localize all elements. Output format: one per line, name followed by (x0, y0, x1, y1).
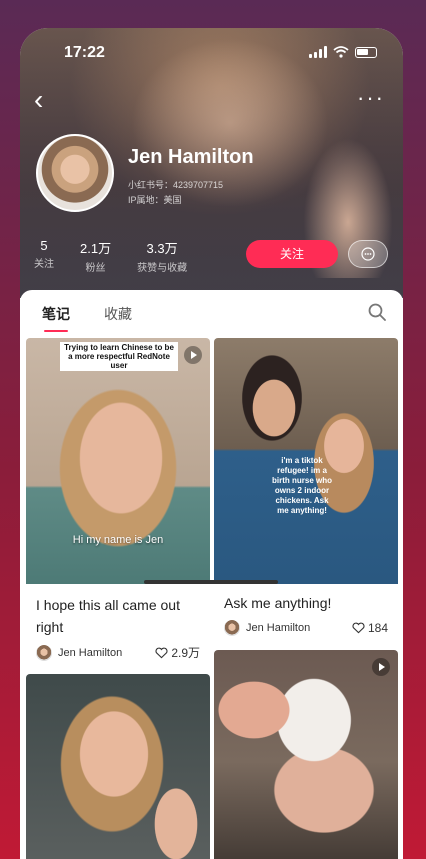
stat-likes-and-saves[interactable]: 3.3万 获赞与收藏 (137, 238, 187, 274)
like-count[interactable]: 2.9万 (155, 644, 200, 661)
thumbnail-caption: Trying to learn Chinese to be a more res… (60, 342, 178, 371)
author-name: Jen Hamilton (246, 622, 311, 634)
signal-icon (309, 46, 327, 58)
phone-screen: 17:22 ‹ ··· Jen Hamilton 小红书号：4239707715… (20, 28, 403, 859)
home-indicator (144, 580, 278, 584)
note-thumbnail: i'm a tiktok refugee! im a birth nurse w… (214, 338, 398, 584)
heart-icon (155, 647, 168, 658)
stat-label: 粉丝 (85, 263, 106, 274)
search-icon[interactable] (367, 302, 387, 322)
profile-id: 小红书号：4239707715 (128, 180, 224, 190)
author-avatar (224, 620, 240, 636)
message-button[interactable] (348, 240, 388, 268)
note-footer: Jen Hamilton 2.9万 (26, 638, 210, 661)
status-icons (309, 46, 377, 58)
back-chevron-icon[interactable]: ‹ (34, 86, 43, 114)
notes-sheet: 笔记 收藏 Trying to learn Chinese to be a mo… (20, 290, 403, 859)
content-tabs: 笔记 收藏 (20, 290, 403, 334)
follow-button[interactable]: 关注 (246, 240, 338, 268)
profile-meta: 小红书号：4239707715 IP属地：美国 (128, 178, 223, 208)
tab-notes[interactable]: 笔记 (42, 304, 70, 332)
profile-name: Jen Hamilton (128, 146, 254, 168)
author-avatar (36, 644, 52, 661)
heart-icon (352, 622, 365, 634)
stat-label: 关注 (34, 259, 54, 270)
stat-label: 获赞与收藏 (137, 263, 188, 274)
play-icon (372, 658, 390, 676)
profile-stats: 5 关注 2.1万 粉丝 3.3万 获赞与收藏 (34, 238, 187, 274)
author-name: Jen Hamilton (58, 646, 123, 659)
note-thumbnail: Trying to learn Chinese to be a more res… (26, 338, 210, 584)
note-thumbnail (214, 650, 398, 859)
like-count[interactable]: 184 (352, 621, 388, 635)
like-value: 2.9万 (171, 646, 200, 660)
status-time: 17:22 (64, 44, 105, 61)
thumbnail-subtitle: Hi my name is Jen (72, 534, 164, 546)
stat-following[interactable]: 5 关注 (34, 238, 54, 274)
note-title: I hope this all came out right (36, 597, 180, 635)
more-options-icon[interactable]: ··· (357, 86, 385, 110)
like-value: 184 (367, 621, 388, 635)
profile-ip-location: IP属地：美国 (128, 195, 182, 205)
tab-collections[interactable]: 收藏 (104, 304, 132, 324)
stat-value: 2.1万 (80, 241, 112, 256)
status-bar: 17:22 (20, 42, 403, 66)
play-icon (184, 346, 202, 364)
note-card[interactable]: i'm a tiktok refugee! im a birth nurse w… (214, 338, 398, 642)
note-title: Ask me anything! (224, 595, 332, 611)
note-card[interactable] (26, 674, 210, 859)
note-thumbnail (26, 674, 210, 859)
note-card[interactable]: Trying to learn Chinese to be a more res… (26, 338, 210, 668)
wifi-icon (333, 46, 349, 58)
note-footer: Jen Hamilton 184 (214, 614, 398, 636)
thumbnail-shirt-text: i'm a tiktok refugee! im a birth nurse w… (272, 456, 332, 515)
chat-bubble-icon (361, 247, 375, 261)
stat-value: 3.3万 (146, 241, 178, 256)
stat-value: 5 (40, 238, 48, 253)
stat-followers[interactable]: 2.1万 粉丝 (80, 238, 111, 274)
note-card[interactable] (214, 650, 398, 859)
battery-icon (355, 46, 377, 58)
profile-avatar[interactable] (36, 134, 114, 212)
